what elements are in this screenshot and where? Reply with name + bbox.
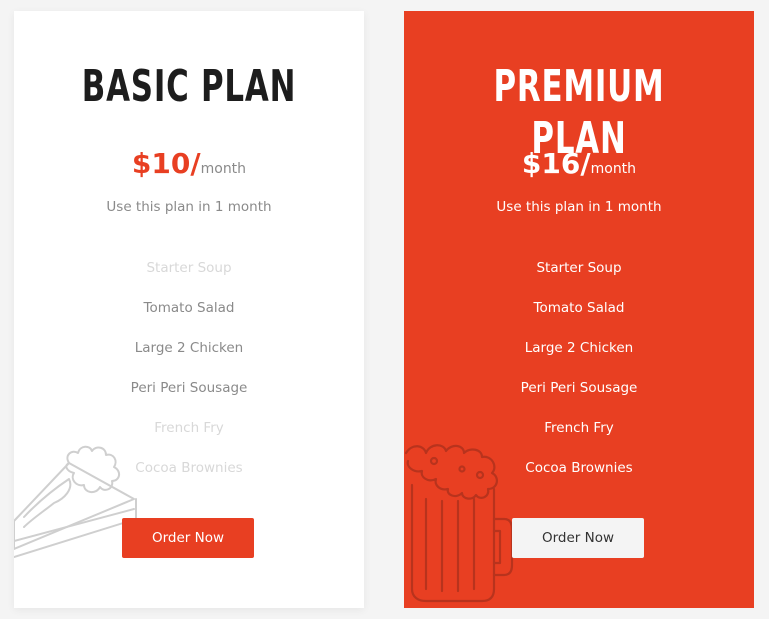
premium-plan-card: PREMIUM PLAN $16/month Use this plan in … [404,11,754,608]
feature-item-peri-peri-sousage: Peri Peri Sousage [130,380,248,396]
basic-plan-card: BASIC PLAN $10/month Use this plan in 1 … [14,11,364,608]
price-row: $10/month [14,146,364,187]
feature-item-tomato-salad: Tomato Salad [533,300,625,316]
feature-list: Starter Soup Tomato Salad Large 2 Chicke… [14,258,364,498]
feature-item-cocoa-brownies: Cocoa Brownies [525,460,633,476]
plan-description: Use this plan in 1 month [106,199,272,215]
price-row: $16/month [404,146,754,187]
plan-description: Use this plan in 1 month [496,199,662,215]
feature-item-french-fry: French Fry [544,420,614,436]
feature-item-large-2-chicken: Large 2 Chicken [524,340,634,356]
feature-item-starter-soup: Starter Soup [146,260,232,276]
feature-item-french-fry: French Fry [154,420,224,436]
feature-item-peri-peri-sousage: Peri Peri Sousage [520,380,638,396]
feature-item-starter-soup: Starter Soup [536,260,622,276]
feature-item-large-2-chicken: Large 2 Chicken [134,340,244,356]
order-now-button-premium[interactable]: Order Now [512,518,644,558]
plan-title: BASIC PLAN [81,61,297,112]
feature-list: Starter Soup Tomato Salad Large 2 Chicke… [404,258,754,498]
plan-price: $16/ [521,147,591,180]
plan-period: month [590,161,637,177]
order-now-button-basic[interactable]: Order Now [122,518,254,558]
feature-item-tomato-salad: Tomato Salad [143,300,235,316]
feature-item-cocoa-brownies: Cocoa Brownies [135,460,243,476]
plan-period: month [200,161,247,177]
plan-price: $10/ [131,147,201,180]
